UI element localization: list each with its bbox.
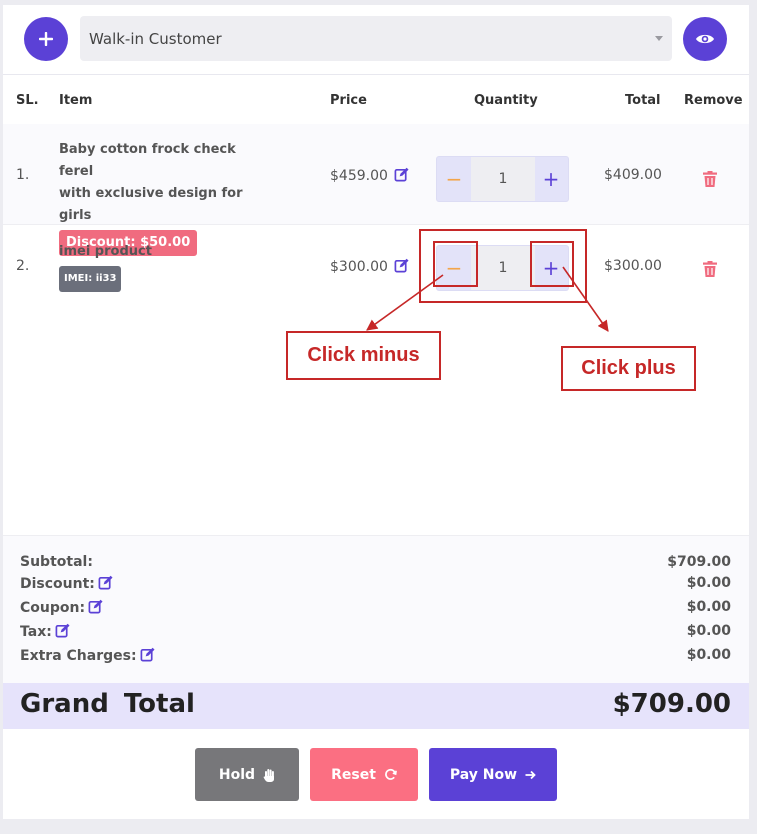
trash-icon[interactable] — [703, 171, 717, 187]
edit-price-icon[interactable] — [394, 167, 409, 182]
trash-icon[interactable] — [703, 261, 717, 277]
coupon-label-text: Coupon: — [20, 600, 86, 616]
imei-badge: IMEI: ii33 — [59, 266, 122, 292]
hold-button-label: Hold — [218, 766, 256, 783]
row-price: $300.00 — [330, 258, 409, 275]
subtotal-value: $709.00 — [667, 554, 731, 570]
extra-charges-label-text: Extra Charges: — [20, 648, 137, 664]
row-sl: 2. — [16, 258, 30, 274]
view-customer-button[interactable] — [683, 17, 727, 61]
coupon-value: $0.00 — [686, 599, 731, 615]
hold-button[interactable]: Hold — [195, 748, 299, 801]
quantity-minus-button[interactable]: − — [437, 157, 471, 201]
header-quantity: Quantity — [474, 93, 538, 108]
table-row: 1. Baby cotton frock check ferel with ex… — [3, 124, 749, 256]
edit-extra-charges-icon[interactable] — [140, 647, 155, 662]
quantity-stepper: − 1 + — [436, 156, 569, 202]
row-item: imei product IMEI: ii33 — [59, 241, 274, 292]
tax-label-text: Tax: — [20, 624, 52, 640]
row-sl: 1. — [16, 167, 30, 183]
grand-total-label: Grand Total — [20, 689, 195, 719]
reset-button[interactable]: Reset — [310, 748, 418, 801]
customer-bar: Walk-in Customer — [3, 5, 749, 75]
grand-total-value: $709.00 — [612, 689, 731, 719]
add-customer-button[interactable] — [24, 17, 68, 61]
table-row: 2. imei product IMEI: ii33 $300.00 − 1 +… — [3, 226, 749, 306]
tax-value: $0.00 — [686, 623, 731, 639]
edit-price-icon[interactable] — [394, 258, 409, 273]
click-minus-label: Click minus — [286, 331, 441, 380]
item-name-line: imei product — [59, 244, 152, 259]
customer-select-value: Walk-in Customer — [89, 29, 222, 48]
quantity-input[interactable]: 1 — [471, 157, 535, 201]
edit-discount-icon[interactable] — [98, 575, 113, 590]
row-total: $409.00 — [604, 167, 662, 183]
discount-label: Discount: — [20, 575, 113, 592]
item-name-line: with exclusive design for girls — [59, 186, 243, 223]
extra-charges-label: Extra Charges: — [20, 647, 155, 664]
action-footer: Hold Reset Pay Now — [3, 729, 749, 819]
refresh-icon — [385, 768, 397, 780]
quantity-plus-button[interactable]: + — [534, 157, 568, 201]
header-sl: SL. — [16, 93, 39, 108]
discount-value: $0.00 — [686, 575, 731, 591]
pay-now-button-label: Pay Now — [449, 766, 518, 783]
chevron-down-icon — [655, 36, 663, 41]
hand-icon — [263, 768, 275, 782]
price-value: $459.00 — [330, 168, 388, 184]
pay-now-button[interactable]: Pay Now — [429, 748, 557, 801]
header-total: Total — [625, 93, 661, 108]
plus-icon — [39, 32, 53, 46]
edit-tax-icon[interactable] — [55, 623, 70, 638]
pos-cart-panel: Walk-in Customer SL. Item Price Quantity… — [3, 5, 749, 819]
plus-highlight-box — [530, 241, 574, 287]
row-total: $300.00 — [604, 258, 662, 274]
reset-button-label: Reset — [331, 766, 376, 783]
grand-total-bar: Grand Total $709.00 — [3, 683, 749, 729]
coupon-label: Coupon: — [20, 599, 103, 616]
header-item: Item — [59, 93, 93, 108]
item-name-line: Baby cotton frock check ferel — [59, 142, 236, 179]
eye-icon — [696, 34, 714, 44]
minus-highlight-box — [433, 241, 478, 287]
cart-table-header: SL. Item Price Quantity Total Remove — [3, 77, 749, 124]
edit-coupon-icon[interactable] — [88, 599, 103, 614]
price-value: $300.00 — [330, 259, 388, 275]
header-remove: Remove — [684, 93, 743, 108]
header-price: Price — [330, 93, 367, 108]
tax-label: Tax: — [20, 623, 70, 640]
totals-section: Subtotal: $709.00 Discount: $0.00 Coupon… — [3, 535, 749, 683]
arrow-right-icon — [525, 770, 536, 779]
row-price: $459.00 — [330, 167, 409, 184]
extra-charges-value: $0.00 — [686, 647, 731, 663]
customer-select[interactable]: Walk-in Customer — [80, 16, 672, 61]
click-plus-label: Click plus — [561, 346, 696, 391]
discount-label-text: Discount: — [20, 576, 95, 592]
subtotal-label: Subtotal: — [20, 554, 93, 570]
